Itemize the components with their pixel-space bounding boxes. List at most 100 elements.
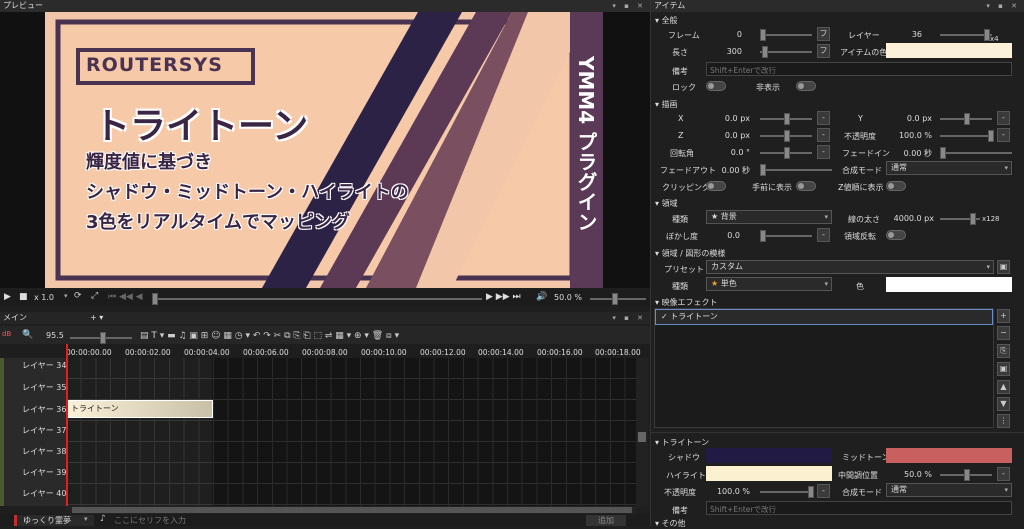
add-effect-icon[interactable]: +: [997, 309, 1010, 323]
opacity2-slider[interactable]: [760, 486, 814, 498]
playhead[interactable]: [66, 344, 68, 506]
seek-slider[interactable]: [152, 293, 482, 305]
layer-label[interactable]: レイヤー 38: [22, 446, 66, 457]
color-swatch[interactable]: [886, 277, 1012, 292]
y-slider[interactable]: [940, 113, 992, 125]
frame-fx-button[interactable]: フ: [817, 27, 830, 41]
fadein-slider[interactable]: [940, 147, 1012, 159]
timeline-tab[interactable]: メイン: [3, 313, 27, 322]
section-area[interactable]: ▾ 領域: [655, 198, 678, 209]
timeline-hscroll[interactable]: [66, 506, 636, 514]
section-other[interactable]: ▾ その他: [655, 518, 686, 529]
invert-toggle[interactable]: [886, 230, 906, 240]
rotation-mode-button[interactable]: -: [817, 145, 830, 159]
section-draw[interactable]: ▾ 描画: [655, 99, 678, 110]
note2-input[interactable]: Shift+Enterで改行: [706, 501, 1012, 515]
length-value[interactable]: 300: [712, 47, 742, 56]
chevron-down-icon[interactable]: ▾: [84, 515, 88, 523]
preset-dropdown[interactable]: カスタム ▾: [706, 260, 994, 274]
length-slider[interactable]: [760, 46, 812, 58]
voice-icon[interactable]: ♪: [100, 514, 106, 524]
items-panel-icons[interactable]: ▾ ▪ ✕: [986, 0, 1020, 12]
thickness-value[interactable]: 4000.0 px: [890, 214, 934, 223]
kind2-dropdown[interactable]: ★ 単色 ▾: [706, 277, 832, 291]
opacity-slider[interactable]: [940, 130, 994, 142]
copy-effect-icon[interactable]: ⎘: [997, 344, 1010, 358]
opacity2-value[interactable]: 100.0 %: [710, 487, 750, 496]
save-effect-icon[interactable]: ▣: [997, 362, 1010, 376]
blend2-dropdown[interactable]: 通常 ▾: [886, 483, 1012, 497]
lock-toggle[interactable]: [706, 81, 726, 91]
add-button[interactable]: 追加: [586, 515, 626, 526]
layer-label[interactable]: レイヤー 37: [22, 425, 66, 436]
opacity-value[interactable]: 100.0 %: [892, 131, 932, 140]
layer-slider[interactable]: [940, 29, 992, 41]
z-value[interactable]: 0.0 px: [710, 131, 750, 140]
section-area-shape[interactable]: ▾ 領域 / 図形の模様: [655, 248, 725, 259]
blend-dropdown[interactable]: 通常 ▾: [886, 161, 1012, 175]
x-slider[interactable]: [760, 113, 812, 125]
section-general[interactable]: ▾ 全般: [655, 15, 678, 26]
character-select[interactable]: ゆっくり霊夢: [14, 515, 94, 526]
front-toggle[interactable]: [796, 181, 816, 191]
skip-start-icon[interactable]: ⏮ ◀◀ ◀: [108, 292, 143, 302]
hide-toggle[interactable]: [796, 81, 816, 91]
zoom-slider[interactable]: [70, 332, 132, 344]
z-mode-button[interactable]: -: [817, 128, 830, 142]
highlight-color-swatch[interactable]: [706, 466, 832, 481]
midpos-slider[interactable]: [940, 469, 992, 481]
zoom-icon[interactable]: 🔍: [22, 330, 33, 340]
chevron-down-icon[interactable]: ▾: [64, 292, 68, 300]
clipping-toggle[interactable]: [706, 181, 726, 191]
layer-label[interactable]: レイヤー 39: [22, 467, 66, 478]
midpos-value[interactable]: 50.0 %: [892, 470, 932, 479]
y-value[interactable]: 0.0 px: [892, 114, 932, 123]
move-up-icon[interactable]: ▲: [997, 380, 1010, 394]
frame-slider[interactable]: [760, 29, 812, 41]
rotation-value[interactable]: 0.0 °: [710, 148, 750, 157]
add-tab-icon[interactable]: + ▾: [90, 312, 103, 324]
play-icon[interactable]: ▶: [4, 292, 11, 302]
layer-label[interactable]: レイヤー 36: [22, 404, 66, 415]
midpos-mode-button[interactable]: -: [997, 467, 1010, 481]
save-preset-icon[interactable]: ▣: [997, 260, 1010, 274]
frame-value[interactable]: 0: [716, 30, 742, 39]
section-effects[interactable]: ▾ 映像エフェクト: [655, 297, 718, 308]
shadow-color-swatch[interactable]: [706, 448, 832, 463]
x-value[interactable]: 0.0 px: [710, 114, 750, 123]
fadeout-value[interactable]: 0.00 秒: [710, 165, 750, 176]
fullscreen-icon[interactable]: ⤢: [91, 291, 98, 301]
layer-label[interactable]: レイヤー 34: [22, 360, 66, 371]
blur-value[interactable]: 0.0: [710, 231, 740, 240]
more-icon[interactable]: ⋮: [997, 414, 1010, 428]
item-color-swatch[interactable]: [886, 43, 1012, 58]
effect-item[interactable]: ✓ トライトーン: [655, 309, 993, 325]
check-icon[interactable]: ✓: [661, 312, 670, 321]
note-input[interactable]: Shift+Enterで改行: [706, 62, 1012, 76]
dialogue-input[interactable]: ここにセリフを入力: [114, 515, 186, 526]
layer-label[interactable]: レイヤー 40: [22, 488, 66, 499]
loop-icon[interactable]: ⟳: [74, 291, 82, 301]
thickness-slider[interactable]: [940, 213, 980, 225]
opacity2-mode-button[interactable]: -: [817, 484, 830, 498]
fadeout-slider[interactable]: [760, 164, 832, 176]
stop-icon[interactable]: ■: [19, 292, 28, 302]
z-slider[interactable]: [760, 130, 812, 142]
layer-label[interactable]: レイヤー 35: [22, 382, 66, 393]
y-mode-button[interactable]: -: [997, 111, 1010, 125]
zorder-toggle[interactable]: [886, 181, 906, 191]
blur-mode-button[interactable]: -: [817, 228, 830, 242]
panel-controls-icon[interactable]: ▾ ▪ ✕: [612, 0, 646, 12]
text-item-icon[interactable]: ▤ T ▾ ▬ ♫ ▣ ⊞ ☺ ▦ ◷ ▾ ↶ ↷ ✂ ⧉ ⎘ ⎗ ⬚ ⇌ ▦ …: [140, 331, 399, 341]
tritone-clip[interactable]: トライトーン: [67, 400, 213, 418]
speed-select[interactable]: x 1.0: [34, 293, 54, 302]
timeline-panel-icons[interactable]: ▾ ▪ ✕: [612, 312, 646, 324]
volume-slider[interactable]: [590, 293, 646, 305]
move-down-icon[interactable]: ▼: [997, 397, 1010, 411]
section-tritone[interactable]: ▾ トライトーン: [655, 437, 709, 448]
opacity-mode-button[interactable]: -: [997, 128, 1010, 142]
timeline-vscroll[interactable]: [636, 358, 648, 506]
skip-end-icon[interactable]: ▶ ▶▶ ⏭: [486, 292, 521, 302]
fadein-value[interactable]: 0.00 秒: [892, 148, 932, 159]
rotation-slider[interactable]: [760, 147, 812, 159]
